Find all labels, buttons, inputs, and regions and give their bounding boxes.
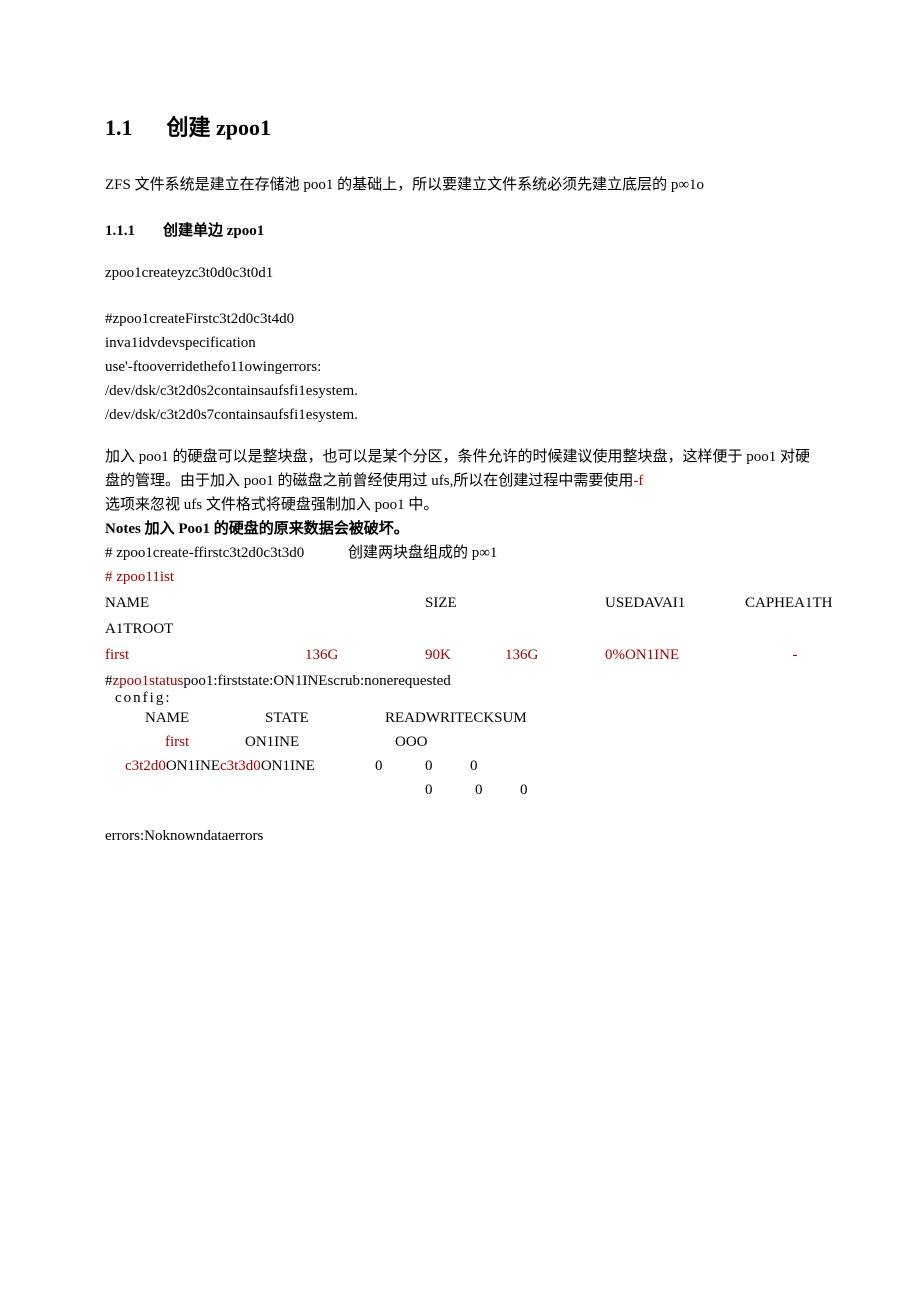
col-state: STATE xyxy=(265,706,385,730)
error-line: inva1idvdevspecification xyxy=(105,331,820,355)
status-cmd: zpoo1status xyxy=(113,673,184,689)
cell-size-total: 136G xyxy=(305,643,425,667)
note-line: Notes 加入 Poo1 的硬盘的原来数据会被破坏。 xyxy=(105,517,820,541)
status-rest: poo1:firststate:ON1INEscrub:nonerequeste… xyxy=(183,673,450,689)
list-data-row: first 136G 90K 136G 0%ON1INE - xyxy=(105,643,820,667)
error-line: /dev/dsk/c3t2d0s2containsaufsfi1esystem. xyxy=(105,379,820,403)
cell-cap: 0%ON1INE xyxy=(605,643,745,667)
col-size: SIZE xyxy=(425,591,505,615)
pool-rwck: OOO xyxy=(395,730,445,754)
heading-2: 1.1.1 创建单边 zpoo1 xyxy=(105,219,820,243)
cell-health: - xyxy=(745,643,845,667)
command-3: # zpoo11ist xyxy=(105,565,820,589)
error-block: #zpoo1createFirstc3t2d0c3t4d0 inva1idvde… xyxy=(105,307,820,427)
col-name: NAME xyxy=(145,706,265,730)
explain-paragraph: 选项来忽视 ufs 文件格式将硬盘强制加入 poo1 中。 xyxy=(105,493,820,517)
status-row-1: first ON1INE OOO xyxy=(145,730,820,754)
zero: 0 xyxy=(409,754,449,778)
status-cmd-line: #zpoo1statuspoo1:firststate:ON1INEscrub:… xyxy=(105,673,820,690)
col-spacer xyxy=(305,591,425,615)
explain-paragraph: 加入 poo1 的硬盘可以是整块盘，也可以是某个分区，条件允许的时候建议使用整块… xyxy=(105,445,820,493)
col-caphealth: CAPHEA1TH xyxy=(745,591,845,615)
heading-2-title: 创建单边 zpoo1 xyxy=(163,223,264,239)
zero: 0 xyxy=(399,778,459,802)
zero: 0 xyxy=(459,778,499,802)
status-row-devs: c3t2d0ON1INEc3t3d0ON1INE 000 xyxy=(125,754,820,778)
dev-2: c3t3d0 xyxy=(220,758,261,774)
altroot-line: A1TROOT xyxy=(105,617,820,641)
heading-2-number: 1.1.1 xyxy=(105,223,135,239)
list-header-row: NAME SIZE USEDAVAI1 CAPHEA1TH xyxy=(105,591,820,615)
cell-used: 90K xyxy=(425,643,505,667)
zero: 0 xyxy=(499,778,549,802)
zero: 0 xyxy=(449,754,499,778)
heading-1: 1.1 创建 zpoo1 xyxy=(105,110,820,145)
document-page: 1.1 创建 zpoo1 ZFS 文件系统是建立在存储池 poo1 的基础上，所以… xyxy=(0,0,920,1301)
heading-1-number: 1.1 xyxy=(105,115,133,140)
dev-2-state: ON1INE xyxy=(261,758,315,774)
col-usedavail: USEDAVAI1 xyxy=(605,591,745,615)
error-line: use'-ftooverridethefo11owingerrors: xyxy=(105,355,820,379)
heading-1-title: 创建 zpoo1 xyxy=(167,115,272,140)
cmd-comment: 创建两块盘组成的 p∞1 xyxy=(348,545,497,561)
explain-text: 加入 poo1 的硬盘可以是整块盘，也可以是某个分区，条件允许的时候建议使用整块… xyxy=(105,449,810,489)
hash: # xyxy=(105,673,113,689)
col-spacer xyxy=(505,591,605,615)
command-1: zpoo1createyzc3t0d0c3t0d1 xyxy=(105,261,820,285)
error-line: #zpoo1createFirstc3t2d0c3t4d0 xyxy=(105,307,820,331)
status-header-row: NAME STATE READWRITECKSUM xyxy=(145,706,820,730)
intro-paragraph: ZFS 文件系统是建立在存储池 poo1 的基础上，所以要建立文件系统必须先建立… xyxy=(105,173,820,197)
col-name: NAME xyxy=(105,591,305,615)
dev-1: c3t2d0 xyxy=(125,758,166,774)
command-2: # zpoo1create-ffirstc3t2d0c3t3d0 创建两块盘组成… xyxy=(105,541,820,565)
cmd-text: # zpoo1create-ffirstc3t2d0c3t3d0 xyxy=(105,545,304,561)
zero: 0 xyxy=(349,754,409,778)
config-label: config: xyxy=(115,690,820,707)
dev-1-state: ON1INE xyxy=(166,758,220,774)
cell-name: first xyxy=(105,643,305,667)
cell-avail: 136G xyxy=(505,643,605,667)
col-rwck: READWRITECKSUM xyxy=(385,706,565,730)
status-row-zeros: 000 xyxy=(125,778,820,802)
pool-state: ON1INE xyxy=(245,730,385,754)
errors-line: errors:Noknowndataerrors xyxy=(105,824,820,848)
dash-f-option: -f xyxy=(633,473,643,489)
error-line: /dev/dsk/c3t2d0s7containsaufsfi1esystem. xyxy=(105,403,820,427)
